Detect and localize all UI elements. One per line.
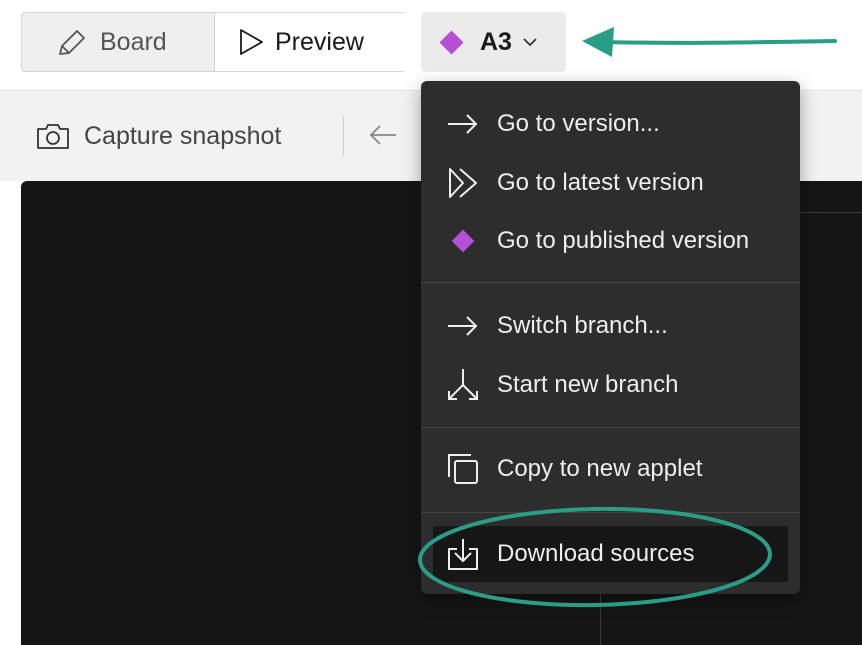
- menu-item-label: Copy to new applet: [497, 455, 703, 482]
- menu-item-label: Go to version...: [497, 110, 660, 137]
- menu-item-start-new-branch[interactable]: Start new branch: [421, 357, 800, 413]
- top-toolbar: Board Preview A3: [0, 0, 862, 90]
- menu-item-download-sources[interactable]: Download sources: [433, 526, 788, 582]
- board-tab[interactable]: Board: [22, 13, 214, 71]
- view-mode-toggle: Board Preview: [21, 12, 406, 72]
- menu-item-label: Start new branch: [497, 371, 679, 398]
- menu-separator: [421, 282, 800, 283]
- subbar-separator: [343, 116, 344, 156]
- menu-item-go-to-published-version[interactable]: Go to published version: [421, 213, 800, 269]
- canvas-guide-line: [800, 212, 862, 213]
- chevron-down-icon: [522, 37, 538, 47]
- copy-icon: [443, 449, 483, 489]
- menu-item-label: Switch branch...: [497, 312, 668, 339]
- menu-item-go-to-latest-version[interactable]: Go to latest version: [421, 155, 800, 211]
- preview-label: Preview: [275, 27, 364, 56]
- canvas-guide-line-vertical: [600, 594, 601, 645]
- menu-item-switch-branch[interactable]: Switch branch...: [421, 298, 800, 354]
- capture-snapshot-label: Capture snapshot: [84, 121, 282, 150]
- board-label: Board: [100, 27, 167, 56]
- menu-item-label: Download sources: [497, 540, 695, 567]
- download-icon: [443, 534, 483, 574]
- version-menu: Go to version... Go to latest version Go…: [421, 81, 800, 594]
- preview-tab[interactable]: Preview: [214, 13, 406, 71]
- version-diamond-icon: [439, 29, 464, 55]
- capture-snapshot-button[interactable]: Capture snapshot: [36, 121, 281, 151]
- menu-item-copy-to-new-applet[interactable]: Copy to new applet: [421, 441, 800, 497]
- play-icon: [237, 27, 265, 57]
- diamond-icon: [443, 221, 483, 261]
- arrow-right-icon: [443, 306, 483, 346]
- menu-separator: [421, 512, 800, 513]
- branch-split-icon: [443, 365, 483, 405]
- fast-forward-icon: [443, 163, 483, 203]
- arrow-left-icon[interactable]: [368, 122, 398, 148]
- menu-item-label: Go to latest version: [497, 169, 704, 196]
- arrow-right-icon: [443, 104, 483, 144]
- camera-icon: [36, 122, 70, 150]
- menu-separator: [421, 427, 800, 428]
- version-label: A3: [480, 27, 512, 56]
- pencil-icon: [56, 27, 90, 57]
- version-dropdown-button[interactable]: A3: [421, 12, 566, 72]
- menu-item-go-to-version[interactable]: Go to version...: [421, 96, 800, 152]
- menu-item-label: Go to published version: [497, 227, 750, 254]
